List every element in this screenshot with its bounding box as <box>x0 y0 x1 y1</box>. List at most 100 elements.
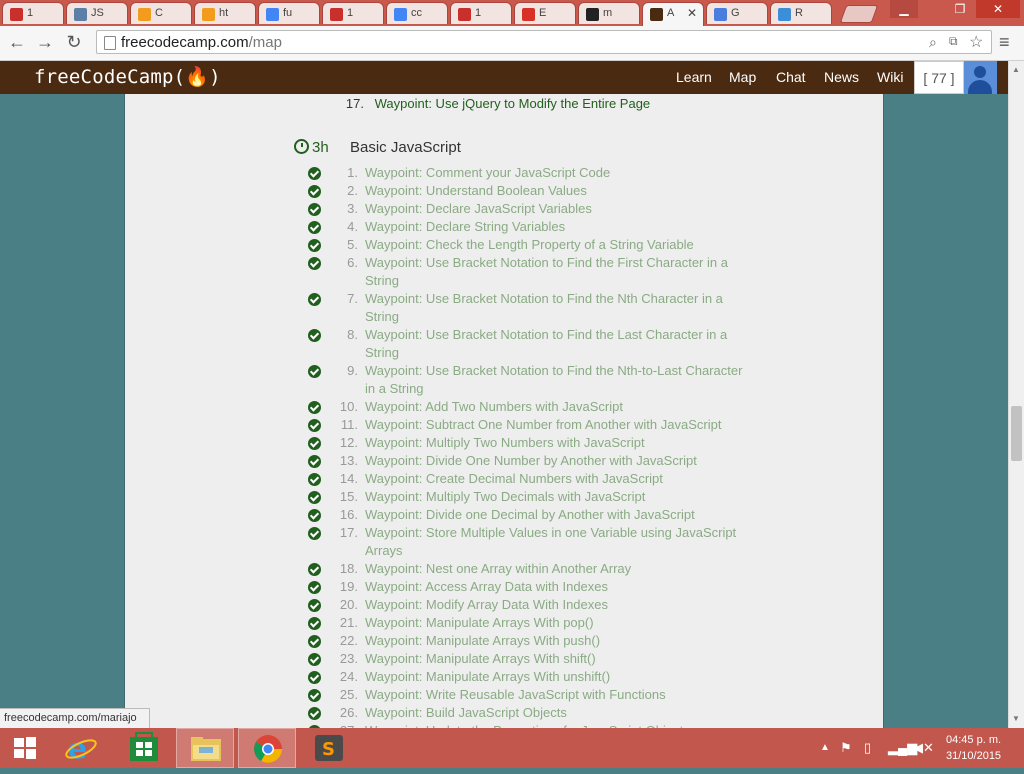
nav-link-learn[interactable]: Learn <box>676 69 712 85</box>
list-item[interactable]: 21. Waypoint: Manipulate Arrays With pop(… <box>0 614 1008 632</box>
scroll-thumb[interactable] <box>1011 406 1022 461</box>
list-item[interactable]: 18. Waypoint: Nest one Array within Anoth… <box>0 560 1008 578</box>
tab-item[interactable]: cc <box>386 2 448 24</box>
tab-item[interactable]: 1 <box>450 2 512 24</box>
list-item[interactable]: 26. Waypoint: Build JavaScript Objects <box>0 704 1008 722</box>
tab-item[interactable]: G <box>706 2 768 24</box>
list-item[interactable]: 9. Waypoint: Use Bracket Notation to Find… <box>0 362 1008 398</box>
list-item[interactable]: 8. Waypoint: Use Bracket Notation to Find… <box>0 326 1008 362</box>
volume-muted-icon[interactable]: ◀✕ <box>913 740 934 756</box>
avatar[interactable] <box>964 61 997 94</box>
list-item[interactable]: 16. Waypoint: Divide one Decimal by Anoth… <box>0 506 1008 524</box>
address-bar[interactable]: freecodecamp.com/map ⌕ ⧉ ☆ <box>96 30 992 54</box>
list-item[interactable]: 24. Waypoint: Manipulate Arrays With unsh… <box>0 668 1008 686</box>
zoom-icon[interactable]: ⌕ <box>929 34 937 51</box>
nav-link-news[interactable]: News <box>824 69 859 85</box>
battery-icon[interactable]: ▯ <box>864 740 871 756</box>
show-hidden-icons-icon[interactable]: ▲ <box>820 742 830 753</box>
nav-link-wiki[interactable]: Wiki <box>877 69 903 85</box>
waypoint-link[interactable]: Waypoint: Use Bracket Notation to Find t… <box>365 362 743 398</box>
page-scrollbar[interactable]: ▲ ▼ <box>1008 61 1024 728</box>
list-item[interactable]: 25. Waypoint: Write Reusable JavaScript w… <box>0 686 1008 704</box>
waypoint-link[interactable]: Waypoint: Use Bracket Notation to Find t… <box>365 326 743 362</box>
site-logo[interactable]: freeCodeCamp(🔥) <box>34 65 221 88</box>
waypoint-link[interactable]: Waypoint: Multiply Two Decimals with Jav… <box>365 488 743 506</box>
waypoint-link[interactable]: Waypoint: Divide One Number by Another w… <box>365 452 743 470</box>
waypoint-link[interactable]: Waypoint: Create Decimal Numbers with Ja… <box>365 470 743 488</box>
tab-item[interactable]: ht <box>194 2 256 24</box>
waypoint-link[interactable]: Waypoint: Use Bracket Notation to Find t… <box>365 254 743 290</box>
sublime-icon[interactable]: S <box>300 728 358 768</box>
list-item[interactable]: 10. Waypoint: Add Two Numbers with JavaSc… <box>0 398 1008 416</box>
new-tab-button[interactable] <box>839 5 879 23</box>
nav-link-map[interactable]: Map <box>729 69 756 85</box>
tab-item[interactable]: fu <box>258 2 320 24</box>
list-item[interactable]: 11. Waypoint: Subtract One Number from An… <box>0 416 1008 434</box>
waypoint-link[interactable]: Waypoint: Manipulate Arrays With pop() <box>365 614 743 632</box>
waypoint-link[interactable]: Waypoint: Multiply Two Numbers with Java… <box>365 434 743 452</box>
waypoint-link[interactable]: Waypoint: Declare JavaScript Variables <box>365 200 743 218</box>
scroll-down-icon[interactable]: ▼ <box>1012 714 1020 723</box>
tab-item[interactable]: C <box>130 2 192 24</box>
waypoint-link[interactable]: Waypoint: Subtract One Number from Anoth… <box>365 416 743 434</box>
tab-item[interactable]: E <box>514 2 576 24</box>
tab-item[interactable]: 1 <box>2 2 64 24</box>
list-item[interactable]: 15. Waypoint: Multiply Two Decimals with … <box>0 488 1008 506</box>
list-item[interactable]: 3. Waypoint: Declare JavaScript Variables <box>0 200 1008 218</box>
tab-item[interactable]: R <box>770 2 832 24</box>
list-item[interactable]: 2. Waypoint: Understand Boolean Values <box>0 182 1008 200</box>
section-title[interactable]: Basic JavaScript <box>350 139 461 156</box>
list-item[interactable]: 13. Waypoint: Divide One Number by Anothe… <box>0 452 1008 470</box>
waypoint-link[interactable]: Waypoint: Manipulate Arrays With push() <box>365 632 743 650</box>
waypoint-link[interactable]: Waypoint: Store Multiple Values in one V… <box>365 524 743 560</box>
nav-link-chat[interactable]: Chat <box>776 69 806 85</box>
waypoint-link[interactable]: Waypoint: Modify Array Data With Indexes <box>365 596 743 614</box>
list-item[interactable]: 7. Waypoint: Use Bracket Notation to Find… <box>0 290 1008 326</box>
taskbar-clock[interactable]: 04:45 p. m. 31/10/2015 <box>946 732 1001 764</box>
list-item[interactable]: 12. Waypoint: Multiply Two Numbers with J… <box>0 434 1008 452</box>
forward-button[interactable]: → <box>34 32 56 53</box>
tab-item[interactable]: 1 <box>322 2 384 24</box>
close-tab-icon[interactable]: ✕ <box>687 6 697 20</box>
waypoint-link[interactable]: Waypoint: Check the Length Property of a… <box>365 236 743 254</box>
points-badge[interactable]: [ 77 ] <box>914 61 964 94</box>
list-item[interactable]: 14. Waypoint: Create Decimal Numbers with… <box>0 470 1008 488</box>
tab-item[interactable]: A ✕ <box>642 2 704 26</box>
list-item[interactable]: 19. Waypoint: Access Array Data with Inde… <box>0 578 1008 596</box>
list-item[interactable]: 22. Waypoint: Manipulate Arrays With push… <box>0 632 1008 650</box>
waypoint-link[interactable]: Waypoint: Build JavaScript Objects <box>365 704 743 722</box>
waypoint-link[interactable]: Waypoint: Access Array Data with Indexes <box>365 578 743 596</box>
reload-button[interactable]: ↻ <box>63 32 85 53</box>
maximize-button[interactable]: ❐ <box>946 0 974 18</box>
waypoint-link[interactable]: Waypoint: Declare String Variables <box>365 218 743 236</box>
waypoint-link[interactable]: Waypoint: Manipulate Arrays With shift() <box>365 650 743 668</box>
minimize-button[interactable]: ▁ <box>890 0 918 18</box>
list-item[interactable]: 4. Waypoint: Declare String Variables <box>0 218 1008 236</box>
waypoint-link[interactable]: Waypoint: Manipulate Arrays With unshift… <box>365 668 743 686</box>
file-explorer-icon[interactable] <box>176 728 234 768</box>
list-item[interactable]: 1. Waypoint: Comment your JavaScript Code <box>0 164 1008 182</box>
list-item[interactable]: 23. Waypoint: Manipulate Arrays With shif… <box>0 650 1008 668</box>
list-item[interactable]: 5. Waypoint: Check the Length Property of… <box>0 236 1008 254</box>
waypoint-link[interactable]: Waypoint: Nest one Array within Another … <box>365 560 743 578</box>
waypoint-link[interactable]: Waypoint: Divide one Decimal by Another … <box>365 506 743 524</box>
tab-item[interactable]: m <box>578 2 640 24</box>
chrome-icon[interactable] <box>238 728 296 768</box>
back-button[interactable]: ← <box>6 32 28 53</box>
waypoint-link[interactable]: Waypoint: Understand Boolean Values <box>365 182 743 200</box>
ie-icon[interactable]: e <box>52 728 110 768</box>
chrome-menu-icon[interactable]: ≡ <box>999 32 1010 53</box>
store-icon[interactable] <box>114 728 172 768</box>
list-item[interactable]: 17. Waypoint: Use jQuery to Modify the E… <box>340 96 650 111</box>
bookmark-star-icon[interactable]: ☆ <box>969 32 983 52</box>
waypoint-link[interactable]: Waypoint: Add Two Numbers with JavaScrip… <box>365 398 743 416</box>
windows-start-icon[interactable] <box>14 737 38 760</box>
list-item[interactable]: 20. Waypoint: Modify Array Data With Inde… <box>0 596 1008 614</box>
waypoint-link[interactable]: Waypoint: Write Reusable JavaScript with… <box>365 686 743 704</box>
tab-item[interactable]: JS <box>66 2 128 24</box>
scroll-up-icon[interactable]: ▲ <box>1012 65 1020 74</box>
waypoint-link[interactable]: Waypoint: Comment your JavaScript Code <box>365 164 743 182</box>
list-item[interactable]: 6. Waypoint: Use Bracket Notation to Find… <box>0 254 1008 290</box>
waypoint-link[interactable]: Waypoint: Use Bracket Notation to Find t… <box>365 290 743 326</box>
translate-icon[interactable]: ⧉ <box>949 34 958 49</box>
